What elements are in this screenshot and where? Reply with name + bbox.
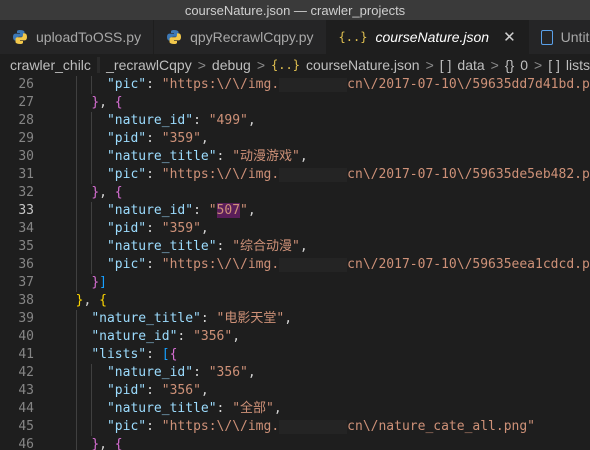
tab-label: uploadToOSS.py [36,29,142,45]
code-line[interactable]: 30 "nature_title": "动漫游戏", [0,148,590,166]
code-line[interactable]: 28 "nature_id": "499", [0,112,590,130]
chevron-right-icon: > [490,57,499,73]
line-number: 35 [18,239,34,254]
object-icon: {} [504,57,515,73]
file-icon [540,29,553,45]
line-number: 27 [18,95,34,110]
tab-course-nature-json[interactable]: {..} courseNature.json ✕ [326,20,529,54]
code-line[interactable]: 43 "pid": "356", [0,382,590,400]
code-text: "pic": "https:\/\/img. cn\/nature_cate_al… [106,419,536,434]
tab-label: courseNature.json [375,29,490,45]
line-number: 46 [18,437,34,450]
window-title: courseNature.json — crawler_projects [0,0,590,20]
tab-label: Untitled- [560,29,590,45]
breadcrumb-file[interactable]: courseNature.json [306,57,420,73]
code-text: }, { [91,437,123,450]
code-text: "pid": "359", [106,221,209,236]
code-text: "nature_id": "499", [106,113,256,128]
breadcrumb-folder[interactable]: _recrawlCqpy [106,57,192,73]
line-number: 38 [18,293,34,308]
code-text: }, { [91,95,123,110]
code-line[interactable]: 39 "nature_title": "电影天堂", [0,310,590,328]
line-number: 42 [18,365,34,380]
breadcrumb-sub[interactable]: debug [212,57,251,73]
code-line[interactable]: 34 "pid": "359", [0,220,590,238]
line-number: 45 [18,419,34,434]
json-icon: {..} [271,58,300,72]
code-text: "pid": "359", [106,131,209,146]
code-text: }] [91,275,107,290]
breadcrumb-lists[interactable]: lists [566,57,590,73]
code-line[interactable]: 31 "pic": "https:\/\/img. cn\/2017-07-10\… [0,166,590,184]
code-text: }, { [91,185,123,200]
code-line[interactable]: 40 "nature_id": "356", [0,328,590,346]
tab-upload-to-oss[interactable]: uploadToOSS.py [0,20,155,54]
code-line[interactable]: 42 "nature_id": "356", [0,364,590,382]
line-number: 41 [18,347,34,362]
chevron-right-icon: > [534,57,543,73]
breadcrumb-index[interactable]: 0 [520,57,528,73]
code-line[interactable]: 44 "nature_title": "全部", [0,400,590,418]
code-editor[interactable]: 26 "pic": "https:\/\/img. cn\/2017-07-10\… [0,76,590,450]
line-number: 43 [18,383,34,398]
breadcrumb-root[interactable]: crawler_chilc [10,57,91,73]
code-line[interactable]: 27 }, { [0,94,590,112]
code-line[interactable]: 45 "pic": "https:\/\/img. cn\/nature_cate… [0,418,590,436]
redacted-block [96,57,101,73]
tab-label: qpyRecrawlCqpy.py [190,29,314,45]
array-icon: [ ] [548,57,560,73]
code-line[interactable]: 38 }, { [0,292,590,310]
close-icon[interactable]: ✕ [503,28,516,46]
code-text: "nature_title": "综合动漫", [106,239,308,254]
code-line[interactable]: 46 }, { [0,436,590,450]
line-number: 30 [18,149,34,164]
code-text: "nature_id": "356", [91,329,241,344]
line-number: 29 [18,131,34,146]
code-line[interactable]: 33 "nature_id": "507", [0,202,590,220]
line-number: 28 [18,113,34,128]
code-line[interactable]: 41 "lists": [{ [0,346,590,364]
code-text: "pid": "356", [106,383,209,398]
code-text: "nature_title": "动漫游戏", [106,149,308,164]
breadcrumb: crawler_chilc _recrawlCqpy > debug > {..… [0,54,590,76]
code-line[interactable]: 26 "pic": "https:\/\/img. cn\/2017-07-10\… [0,76,590,94]
code-text: "lists": [{ [91,347,178,362]
chevron-right-icon: > [425,57,434,73]
line-number: 40 [18,329,34,344]
line-number: 26 [18,77,34,92]
code-line[interactable]: 32 }, { [0,184,590,202]
python-icon [13,30,27,44]
code-text: "nature_id": "507", [106,203,256,218]
line-number: 44 [18,401,34,416]
chevron-right-icon: > [256,57,266,73]
array-icon: [ ] [439,57,452,73]
code-text: "nature_title": "电影天堂", [91,311,293,326]
line-number: 37 [18,275,34,290]
code-text: "nature_title": "全部", [106,401,282,416]
line-number: 36 [18,257,34,272]
code-text: "pic": "https:\/\/img. cn\/2017-07-10\/59… [106,167,590,182]
chevron-right-icon: > [197,57,206,73]
code-text: "pic": "https:\/\/img. cn\/2017-07-10\/59… [106,77,590,92]
code-text: "nature_id": "356", [106,365,256,380]
code-line[interactable]: 37 }] [0,274,590,292]
breadcrumb-data[interactable]: data [457,57,484,73]
python-icon [167,30,182,44]
json-icon: {..} [338,30,368,44]
code-text: "pic": "https:\/\/img. cn\/2017-07-10\/59… [106,257,590,272]
tab-untitled[interactable]: Untitled- [529,20,590,54]
code-line[interactable]: 36 "pic": "https:\/\/img. cn\/2017-07-10\… [0,256,590,274]
tab-bar: uploadToOSS.py qpyRecrawlCqpy.py {..} co… [0,20,590,55]
tab-qpy-recrawl[interactable]: qpyRecrawlCqpy.py [154,20,327,54]
line-number: 34 [18,221,34,236]
code-line[interactable]: 29 "pid": "359", [0,130,590,148]
line-number: 32 [18,185,34,200]
code-text: }, { [75,293,107,308]
line-number: 31 [18,167,34,182]
code-line[interactable]: 35 "nature_title": "综合动漫", [0,238,590,256]
line-number: 33 [18,203,34,218]
line-number: 39 [18,311,34,326]
